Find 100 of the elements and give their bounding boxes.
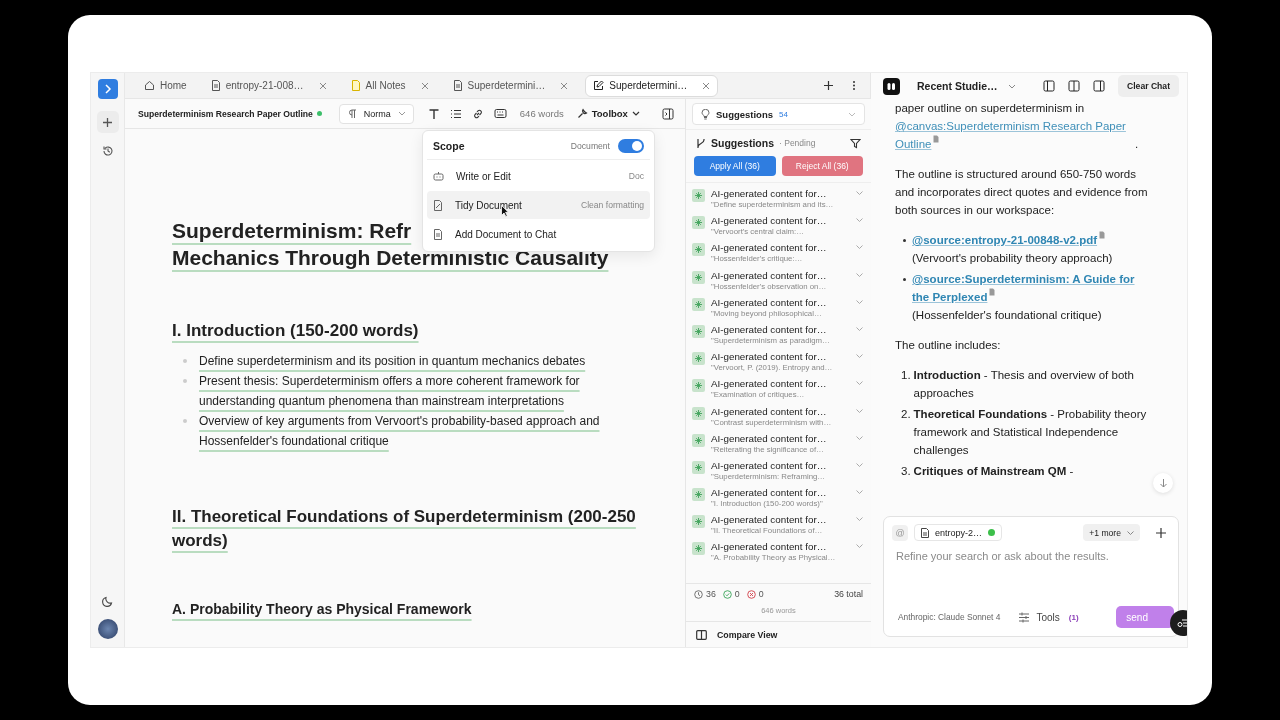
sparkle-icon	[692, 433, 705, 447]
clear-chat-button[interactable]: Clear Chat	[1118, 75, 1179, 97]
chevron-down-icon[interactable]	[856, 435, 863, 440]
suggestion-title[interactable]: AI-generated content for…	[711, 322, 850, 336]
app-logo-icon	[883, 77, 900, 95]
canvas-link[interactable]: @canvas:Superdeterminism Research Paper Outline	[895, 117, 1135, 153]
filter-icon[interactable]	[850, 137, 861, 149]
suggestion-title[interactable]: AI-generated content for…	[711, 458, 850, 472]
menu-item[interactable]: Add Document to Chat	[427, 220, 650, 248]
suggestions-select[interactable]: Suggestions 54	[692, 103, 865, 125]
avatar[interactable]	[97, 619, 118, 639]
add-tab-icon[interactable]	[823, 80, 834, 91]
status-dot-icon	[988, 529, 996, 536]
model-name[interactable]: Anthropic: Claude Sonnet 4	[892, 612, 1001, 622]
document-icon	[433, 228, 443, 240]
attachment-chip[interactable]: entropy-2…	[914, 524, 1003, 541]
suggestions-heading: Suggestions	[711, 137, 774, 149]
chevron-down-icon[interactable]	[856, 517, 863, 522]
keyboard-icon[interactable]	[493, 108, 507, 119]
chevron-down-icon[interactable]	[856, 218, 863, 223]
split-panel-icon[interactable]	[1068, 80, 1080, 92]
add-icon[interactable]	[1156, 527, 1166, 538]
chevron-down-icon	[1007, 83, 1016, 89]
bullet-icon	[183, 379, 187, 383]
suggestion-title[interactable]: AI-generated content for…	[711, 486, 850, 500]
close-icon[interactable]	[420, 81, 429, 90]
suggestion-title[interactable]: AI-generated content for…	[711, 241, 850, 255]
menu-item[interactable]: Tidy Document Clean formatting	[427, 191, 650, 219]
close-icon[interactable]	[318, 81, 327, 90]
chevron-down-icon[interactable]	[856, 191, 863, 195]
suggestion-title[interactable]: AI-generated content for…	[711, 214, 850, 228]
sliders-icon	[1018, 611, 1031, 623]
bullet-icon	[903, 278, 906, 281]
chevron-down-icon[interactable]	[856, 408, 863, 413]
source-description: (Hossenfelder's foundational critique)	[912, 308, 1102, 323]
chevron-down-icon[interactable]	[856, 544, 863, 549]
suggestion-title[interactable]: AI-generated content for…	[711, 187, 850, 200]
note-icon	[350, 80, 361, 91]
suggestion-title[interactable]: AI-generated content for…	[711, 295, 850, 309]
close-icon[interactable]	[560, 81, 569, 90]
sparkle-icon	[692, 216, 705, 230]
chevron-down-icon[interactable]	[856, 326, 863, 331]
history-icon[interactable]	[101, 145, 114, 157]
panel-toggle-icon[interactable]	[661, 107, 674, 120]
left-panel-icon[interactable]	[1043, 80, 1055, 92]
suggestion-title[interactable]: AI-generated content for…	[711, 431, 850, 445]
tab[interactable]: Superdetermini…	[585, 74, 719, 97]
message-paragraph: The outline includes:	[895, 338, 1002, 353]
suggestion-title[interactable]: AI-generated content for…	[711, 377, 850, 391]
suggestions-status: · Pending	[779, 138, 816, 148]
tab[interactable]: entropy-21-008…	[203, 74, 334, 97]
suggestion-title[interactable]: AI-generated content for…	[711, 513, 850, 527]
scope-toggle[interactable]	[618, 139, 644, 153]
list-icon[interactable]	[449, 107, 462, 120]
tab[interactable]: Superdetermini…	[445, 74, 576, 97]
suggestion-title[interactable]: AI-generated content for…	[711, 540, 850, 554]
x-circle-icon	[746, 589, 756, 599]
source-link[interactable]: @source:Superdeterminism: A Guide for the Perplexed	[912, 270, 1151, 306]
chevron-down-icon[interactable]	[856, 272, 863, 277]
chevron-down-icon[interactable]	[856, 354, 863, 359]
new-item-button[interactable]	[96, 111, 119, 133]
right-panel-icon[interactable]	[1093, 80, 1105, 92]
chevron-down-icon[interactable]	[856, 490, 863, 495]
section-heading: A. Probability Theory as Physical Framework	[172, 601, 472, 617]
link-icon[interactable]	[471, 107, 484, 120]
tools-button[interactable]: Tools (1)	[1018, 611, 1079, 623]
more-attachments-button[interactable]: +1 more	[1083, 524, 1140, 541]
compare-view-button[interactable]: Compare View	[686, 621, 871, 647]
file-icon	[921, 527, 929, 538]
expand-sidebar-button[interactable]	[97, 79, 118, 99]
pilcrow-icon	[347, 108, 357, 119]
tab[interactable]: Home	[137, 74, 194, 97]
close-icon[interactable]	[702, 81, 711, 90]
paragraph-style-select[interactable]: Norma	[338, 103, 414, 124]
scope-value: Document	[570, 141, 610, 151]
document-heading: Mechanics Through Deterministic Causality	[172, 245, 609, 271]
source-link[interactable]: @source:entropy-21-00848-v2.pdf	[912, 231, 1107, 249]
tab[interactable]: All Notes	[343, 74, 436, 97]
toolbox-button[interactable]: Toolbox	[576, 108, 640, 119]
bullet-icon	[183, 359, 187, 363]
chevron-down-icon[interactable]	[856, 299, 863, 304]
bullet-icon	[183, 419, 187, 423]
sparkle-icon	[692, 352, 705, 366]
apply-all-button[interactable]: Apply All (36)	[694, 156, 776, 176]
accepted-count: 0	[734, 589, 740, 599]
suggestion-title[interactable]: AI-generated content for…	[711, 404, 850, 418]
more-icon[interactable]	[852, 80, 856, 91]
text-format-icon[interactable]	[427, 107, 440, 120]
conversation-select[interactable]: Recent Studie…	[917, 80, 1016, 92]
message-paragraph: The outline is structured around 650-750 words and incorporates direct quotes and evidence from both sources in our workspace:	[895, 167, 1149, 218]
lightbulb-icon	[701, 108, 710, 120]
chevron-down-icon[interactable]	[856, 381, 863, 386]
moon-icon[interactable]	[101, 595, 114, 607]
check-circle-icon	[722, 589, 732, 599]
chat-input-field[interactable]: Refine your search or ask about the results.	[892, 547, 1166, 565]
menu-item[interactable]: Write or Edit Doc	[427, 162, 650, 190]
chevron-down-icon[interactable]	[856, 245, 863, 250]
suggestion-title[interactable]: AI-generated content for…	[711, 268, 850, 282]
chevron-down-icon[interactable]	[856, 462, 863, 467]
suggestion-title[interactable]: AI-generated content for…	[711, 350, 850, 364]
